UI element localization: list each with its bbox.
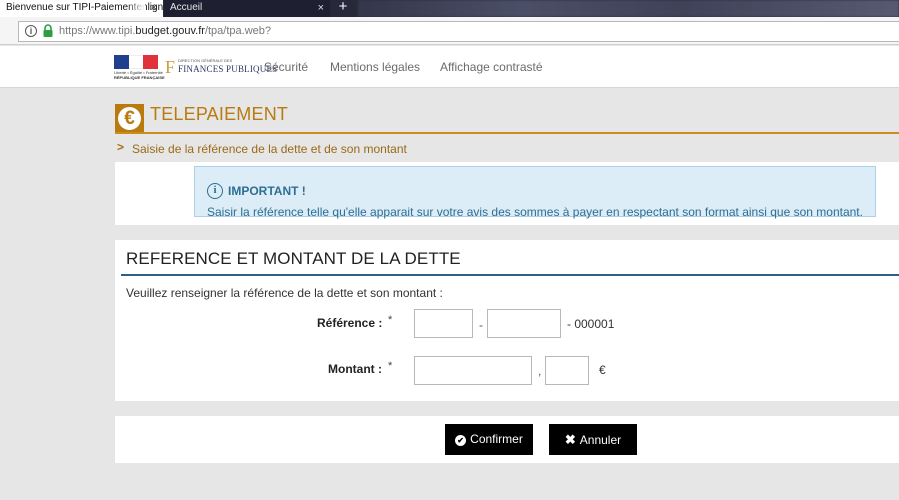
amount-decimal-input[interactable] [545, 356, 589, 385]
section-title: REFERENCE ET MONTANT DE LA DETTE [126, 249, 461, 268]
step-indicator: > Saisie de la référence de la dette et … [115, 139, 899, 160]
required-mark: * [388, 314, 393, 326]
info-icon[interactable]: i [25, 25, 37, 37]
tab-title: Accueil [170, 2, 203, 13]
lock-icon [43, 24, 53, 37]
alert-title: IMPORTANT ! [228, 184, 306, 198]
section-underline [121, 274, 899, 276]
currency-symbol: € [599, 363, 606, 377]
alert-text: Saisir la référence telle qu'elle appara… [207, 205, 863, 219]
reference-part1-input[interactable] [414, 309, 473, 338]
important-alert: i IMPORTANT ! Saisir la référence telle … [194, 166, 876, 219]
nav-mentions-legales[interactable]: Mentions légales [330, 60, 420, 74]
check-circle-icon: ✔ [455, 435, 467, 446]
dgfip-logo[interactable]: F DIRECTION GÉNÉRALE DES FINANCES PUBLIQ… [165, 57, 277, 78]
url-text[interactable]: https://www.tipi.budget.gouv.fr/tpa/tpa.… [59, 25, 271, 37]
confirm-button[interactable]: ✔ Confirmer [445, 424, 533, 455]
euro-glyph: € [118, 107, 141, 130]
url-path: /tpa/tpa.web? [204, 25, 271, 37]
amount-label: Montant : [328, 362, 382, 376]
tab-tipi[interactable]: Bienvenue sur TIPI-Paiementenlign × [0, 0, 163, 17]
page-title: TELEPAIEMENT [150, 104, 289, 124]
chevron-right-icon: > [117, 140, 125, 154]
tab-accueil[interactable]: Accueil × [164, 0, 330, 17]
address-bar-area: i https://www.tipi.budget.gouv.fr/tpa/tp… [0, 17, 899, 45]
required-mark: * [388, 360, 393, 372]
site-header: Liberté • Égalité • Fraternité RÉPUBLIQU… [0, 46, 899, 88]
dgfip-small-text: DIRECTION GÉNÉRALE DES [178, 58, 233, 63]
nav-affichage-contraste[interactable]: Affichage contrasté [440, 60, 543, 74]
url-prefix: https://www.tipi. [59, 25, 136, 37]
step-text: Saisie de la référence de la dette et de… [132, 142, 407, 156]
tab-bar-blurred-area [358, 0, 899, 17]
tab-fade [127, 0, 145, 17]
amount-separator: , [538, 364, 542, 378]
reference-suffix: - 000001 [567, 317, 615, 331]
close-icon: ✖ [564, 432, 576, 447]
amount-integer-input[interactable] [414, 356, 532, 385]
euro-icon: € [115, 104, 144, 133]
republique-francaise-logo[interactable]: Liberté • Égalité • Fraternité RÉPUBLIQU… [114, 55, 165, 81]
french-flag-icon [114, 55, 159, 69]
dgfip-big-text: FINANCES PUBLIQUES [178, 64, 278, 74]
form-intro: Veuillez renseigner la référence de la d… [126, 286, 443, 300]
address-bar[interactable]: i https://www.tipi.budget.gouv.fr/tpa/tp… [18, 21, 899, 42]
close-icon[interactable]: × [318, 0, 324, 16]
debt-form-panel: REFERENCE ET MONTANT DE LA DETTE Veuille… [115, 240, 899, 401]
info-circle-icon: i [207, 183, 223, 199]
confirm-label: Confirmer [470, 432, 523, 446]
reference-separator: - [479, 318, 483, 332]
reference-part2-input[interactable] [487, 309, 561, 338]
browser-tab-bar: Bienvenue sur TIPI-Paiementenlign × Accu… [0, 0, 899, 17]
title-underline [115, 132, 899, 134]
nav-securite[interactable]: Sécurité [264, 60, 308, 74]
rf-name: RÉPUBLIQUE FRANÇAISE [114, 74, 165, 80]
reference-label: Référence : [317, 316, 383, 330]
new-tab-icon[interactable]: + [336, 0, 350, 17]
cancel-button[interactable]: ✖ Annuler [549, 424, 637, 455]
rf-logo-text: Liberté • Égalité • Fraternité RÉPUBLIQU… [114, 70, 165, 80]
cancel-label: Annuler [579, 433, 622, 447]
dgfip-letter: F [165, 57, 176, 77]
notice-panel: i IMPORTANT ! Saisir la référence telle … [115, 162, 899, 225]
action-panel: ✔ Confirmer ✖ Annuler [115, 416, 899, 463]
url-domain: budget.gouv.fr [135, 25, 205, 37]
close-icon[interactable]: × [151, 0, 157, 16]
